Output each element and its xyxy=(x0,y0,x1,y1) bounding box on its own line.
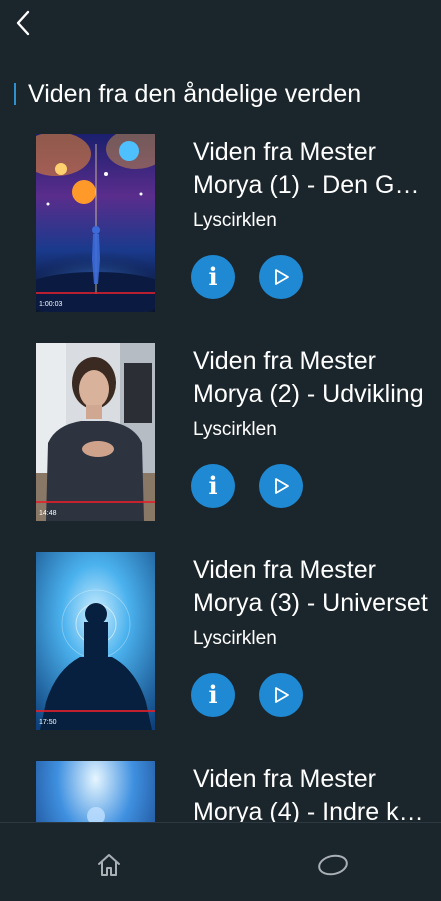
video-title-line2: Morya (4) - Indre kraft xyxy=(193,798,431,822)
video-thumbnail[interactable] xyxy=(36,761,155,822)
info-icon: i xyxy=(208,262,218,291)
list-item: 14:48 Viden fra Mester Morya (2) - Udvik… xyxy=(0,343,441,523)
home-icon xyxy=(98,854,120,876)
video-duration: 1:00:03 xyxy=(39,301,62,308)
video-title-line1: Viden fra Mester xyxy=(193,347,376,375)
info-icon: i xyxy=(208,680,218,709)
back-button[interactable] xyxy=(8,6,38,40)
chevron-left-icon xyxy=(16,10,30,36)
video-title-line2: Morya (1) - Den Gyldne xyxy=(193,171,431,199)
video-author: Lyscirklen xyxy=(193,628,277,649)
list-item: 1:00:03 Viden fra Mester Morya (1) - Den… xyxy=(0,134,441,314)
list-item: 17:50 Viden fra Mester Morya (3) - Unive… xyxy=(0,552,441,732)
play-button[interactable] xyxy=(259,673,303,717)
list-item: Viden fra Mester Morya (4) - Indre kraft xyxy=(0,761,441,822)
video-title-line1: Viden fra Mester xyxy=(193,556,376,584)
video-title-line2: Morya (3) - Universet xyxy=(193,589,428,617)
video-thumbnail[interactable]: 17:50 xyxy=(36,552,155,730)
video-title[interactable]: Viden fra Mester Morya (2) - Udvikling xyxy=(193,345,431,411)
section-title: Viden fra den åndelige verden xyxy=(28,79,362,108)
bottom-navigation xyxy=(0,822,441,901)
section-header: Viden fra den åndelige verden xyxy=(14,79,361,109)
video-title-line2: Morya (2) - Udvikling xyxy=(193,380,424,408)
nav-home-button[interactable] xyxy=(89,845,129,885)
video-title[interactable]: Viden fra Mester Morya (3) - Universet xyxy=(193,554,431,620)
video-author: Lyscirklen xyxy=(193,210,277,231)
video-title-line1: Viden fra Mester xyxy=(193,138,376,166)
info-button[interactable]: i xyxy=(191,255,235,299)
play-icon xyxy=(275,687,289,703)
video-title-line1: Viden fra Mester xyxy=(193,765,376,793)
video-duration: 14:48 xyxy=(39,510,57,517)
play-icon xyxy=(275,269,289,285)
play-button[interactable] xyxy=(259,464,303,508)
video-title[interactable]: Viden fra Mester Morya (4) - Indre kraft xyxy=(193,763,431,822)
video-thumbnail[interactable]: 1:00:03 xyxy=(36,134,155,312)
section-accent-bar xyxy=(14,83,16,105)
video-list[interactable]: 1:00:03 Viden fra Mester Morya (1) - Den… xyxy=(0,134,441,822)
info-button[interactable]: i xyxy=(191,673,235,717)
info-button[interactable]: i xyxy=(191,464,235,508)
nav-circle-button[interactable] xyxy=(313,845,353,885)
video-author: Lyscirklen xyxy=(193,419,277,440)
video-duration: 17:50 xyxy=(39,719,57,726)
video-title[interactable]: Viden fra Mester Morya (1) - Den Gyldne xyxy=(193,136,431,202)
video-thumbnail[interactable]: 14:48 xyxy=(36,343,155,521)
ring-icon xyxy=(318,854,348,876)
play-icon xyxy=(275,478,289,494)
play-button[interactable] xyxy=(259,255,303,299)
info-icon: i xyxy=(208,471,218,500)
